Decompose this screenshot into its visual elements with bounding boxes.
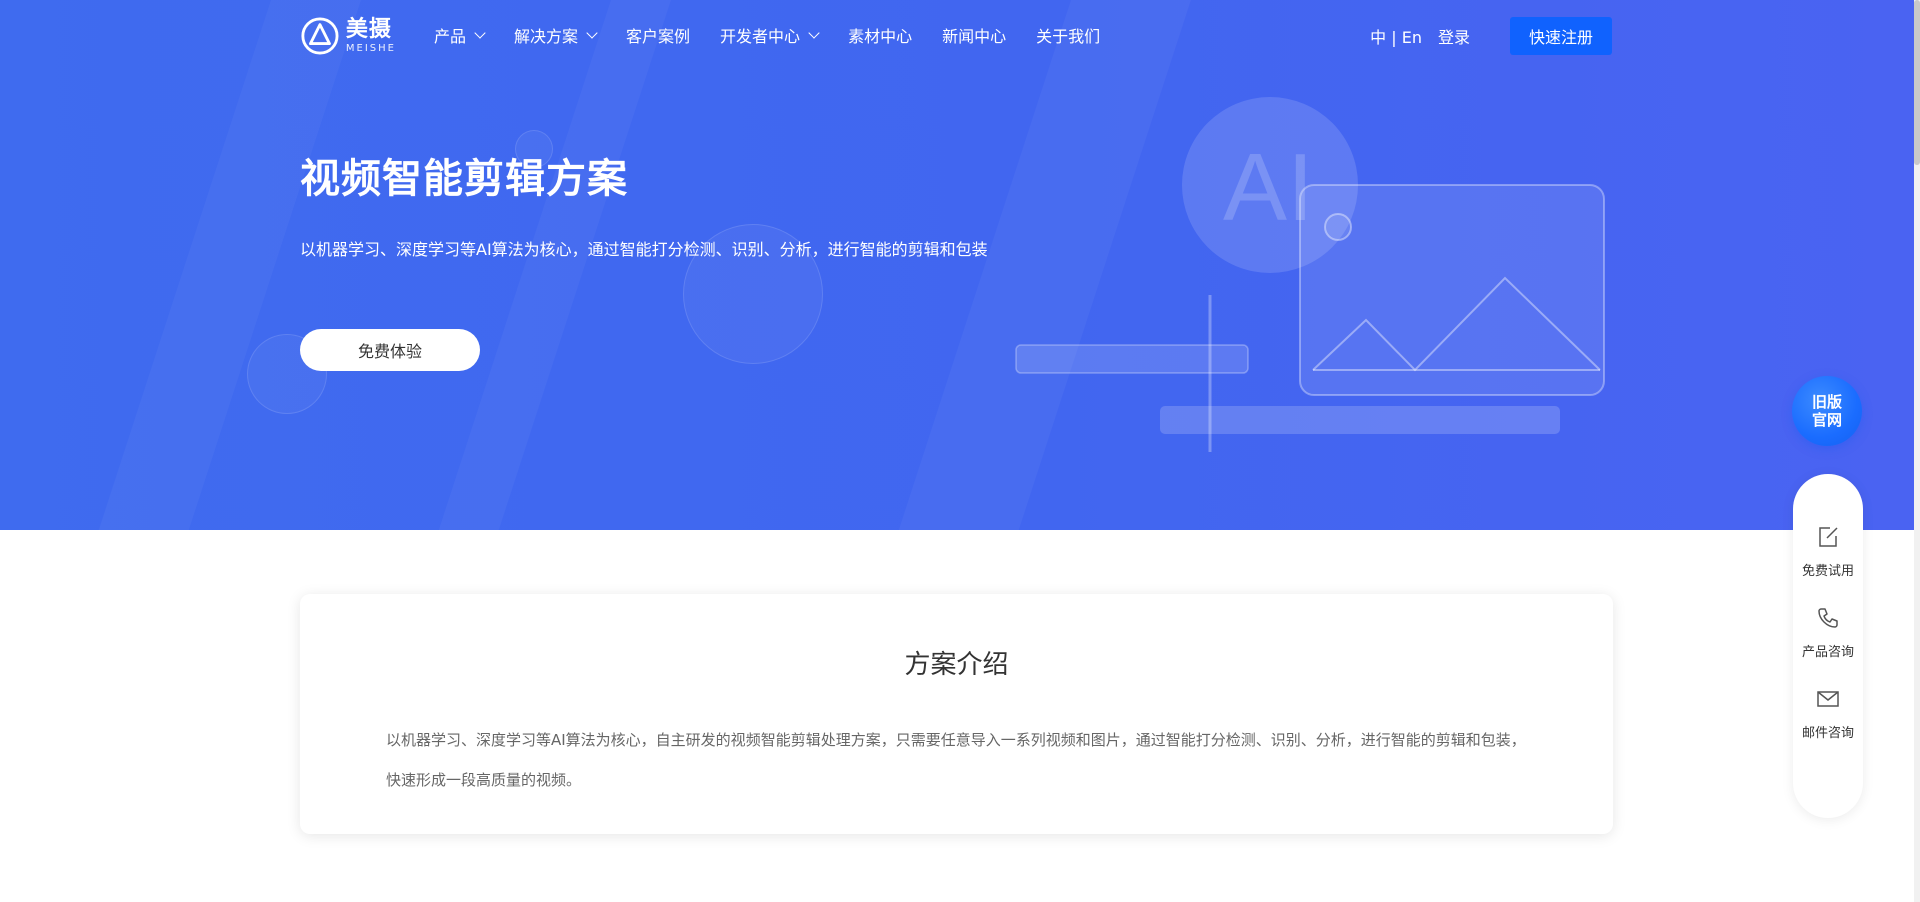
nav-item-label: 关于我们 bbox=[1036, 27, 1101, 46]
main-menu: 产品 解决方案 客户案例 开发者中心 素材中心 新闻中心 关于我们 bbox=[434, 23, 1130, 47]
nav-item-label: 开发者中心 bbox=[720, 27, 801, 46]
side-item-label: 产品咨询 bbox=[1801, 645, 1854, 660]
mail-icon bbox=[1817, 691, 1839, 707]
hero-title: 视频智能剪辑方案 bbox=[300, 156, 628, 202]
nav-item-cases[interactable]: 客户案例 bbox=[626, 23, 690, 47]
nav-item-materials[interactable]: 素材中心 bbox=[848, 23, 912, 47]
nav-item-label: 素材中心 bbox=[848, 27, 913, 46]
login-link[interactable]: 登录 bbox=[1438, 24, 1470, 48]
logo-text-cn: 美摄 bbox=[345, 16, 392, 42]
side-contact-panel: 免费试用 产品咨询 邮件咨询 bbox=[1793, 474, 1863, 818]
scrollbar-thumb[interactable] bbox=[1914, 0, 1920, 165]
top-nav: 美摄 MEISHE 产品 解决方案 客户案例 开发者中心 素材中心 新闻中心 关… bbox=[0, 0, 1914, 70]
nav-item-solutions[interactable]: 解决方案 bbox=[514, 23, 598, 47]
chevron-down-icon bbox=[474, 26, 486, 39]
nav-item-about[interactable]: 关于我们 bbox=[1036, 23, 1100, 47]
nav-item-products[interactable]: 产品 bbox=[434, 23, 486, 47]
hero-description: 以机器学习、深度学习等AI算法为核心，通过智能打分检测、识别、分析，进行智能的剪… bbox=[300, 240, 988, 259]
nav-item-news[interactable]: 新闻中心 bbox=[942, 23, 1006, 47]
side-item-label: 邮件咨询 bbox=[1801, 726, 1854, 741]
nav-item-label: 解决方案 bbox=[514, 27, 579, 46]
page-scrollbar[interactable] bbox=[1914, 0, 1920, 902]
section-body: 以机器学习、深度学习等AI算法为核心，自主研发的视频智能剪辑处理方案，只需要任意… bbox=[386, 731, 1526, 789]
phone-icon bbox=[1818, 608, 1838, 628]
ai-video-illustration: AI bbox=[1015, 97, 1605, 452]
old-site-label-line2: 官网 bbox=[1811, 411, 1842, 429]
hero-decor-stripe bbox=[422, 0, 678, 530]
meishe-logo[interactable]: 美摄 MEISHE bbox=[300, 14, 396, 58]
language-switch[interactable]: 中 | En bbox=[1370, 24, 1422, 48]
nav-item-label: 新闻中心 bbox=[942, 27, 1007, 46]
chevron-down-icon bbox=[586, 26, 598, 39]
nav-item-label: 产品 bbox=[434, 27, 467, 46]
meishe-logo-icon bbox=[301, 17, 339, 55]
nav-item-developer[interactable]: 开发者中心 bbox=[720, 23, 820, 47]
chevron-down-icon bbox=[808, 26, 820, 39]
nav-actions: 中 | En 登录 快速注册 bbox=[1370, 17, 1612, 55]
free-trial-button[interactable]: 免费体验 bbox=[300, 329, 480, 371]
side-item-email-consult[interactable]: 邮件咨询 bbox=[1793, 686, 1863, 741]
logo-text-en: MEISHE bbox=[345, 42, 396, 54]
hero-decor-stripe bbox=[82, 0, 368, 530]
edit-icon bbox=[1819, 527, 1838, 547]
side-item-label: 免费试用 bbox=[1801, 564, 1854, 579]
old-site-label-line1: 旧版 bbox=[1811, 393, 1842, 411]
section-title: 方案介绍 bbox=[904, 650, 1009, 680]
register-button[interactable]: 快速注册 bbox=[1510, 17, 1612, 55]
side-item-free-trial[interactable]: 免费试用 bbox=[1793, 524, 1863, 579]
old-site-button[interactable]: 旧版 官网 bbox=[1792, 376, 1862, 446]
side-item-product-consult[interactable]: 产品咨询 bbox=[1793, 605, 1863, 660]
solution-intro-card: 方案介绍 以机器学习、深度学习等AI算法为核心，自主研发的视频智能剪辑处理方案，… bbox=[300, 594, 1613, 834]
nav-item-label: 客户案例 bbox=[626, 27, 691, 46]
hero-banner: 视频智能剪辑方案 以机器学习、深度学习等AI算法为核心，通过智能打分检测、识别、… bbox=[0, 0, 1914, 530]
